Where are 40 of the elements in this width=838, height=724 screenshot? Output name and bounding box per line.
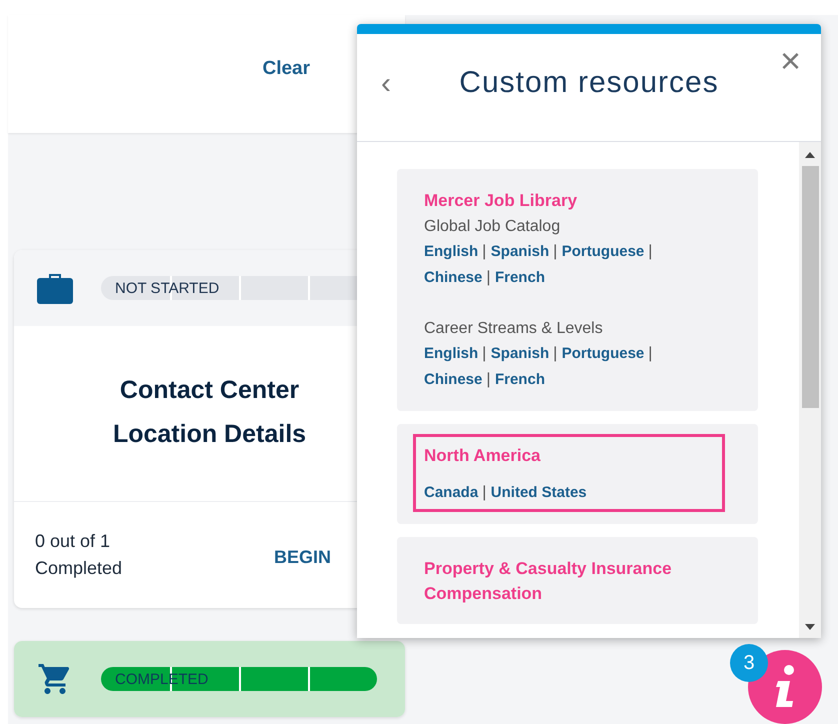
separator-text: | <box>486 371 491 388</box>
back-button[interactable]: ‹ <box>381 72 391 96</box>
briefcase-icon <box>37 272 73 304</box>
scroll-down-icon[interactable] <box>805 624 815 630</box>
scroll-up-icon[interactable] <box>805 152 815 158</box>
language-link[interactable]: Canada <box>424 484 478 501</box>
separator-text: | <box>553 345 558 362</box>
separator-text: | <box>486 269 491 286</box>
status-label: NOT STARTED <box>115 280 220 296</box>
language-link[interactable]: Portuguese <box>562 345 644 362</box>
section-title: Property & Casualty Insurance Compensation <box>424 558 673 605</box>
language-link[interactable]: French <box>494 371 545 388</box>
language-link[interactable]: French <box>494 269 545 286</box>
section-title: North America <box>424 445 542 467</box>
separator-text: | <box>482 484 486 501</box>
language-link[interactable]: English <box>424 345 478 362</box>
begin-button[interactable]: BEGIN <box>274 546 331 568</box>
info-icon <box>774 665 796 709</box>
language-link[interactable]: Chinese <box>424 371 482 388</box>
separator-text: | <box>648 243 652 260</box>
separator-text: | <box>553 243 558 260</box>
clear-button[interactable]: Clear <box>262 57 310 81</box>
panel-title: Custom resources <box>459 66 719 100</box>
separator-text: | <box>482 345 486 362</box>
language-link[interactable]: Chinese <box>424 269 482 286</box>
group-subtitle: Career Streams & Levels <box>424 319 604 339</box>
card-title: Contact Center Location Details <box>112 375 308 450</box>
progress-text: 0 out of 1 Completed <box>35 530 124 580</box>
close-button[interactable]: × <box>780 44 801 78</box>
scrollbar[interactable] <box>799 142 821 638</box>
separator-text: | <box>648 345 652 362</box>
language-link[interactable]: Spanish <box>490 243 550 260</box>
section-title: Mercer Job Library <box>424 190 578 212</box>
scroll-thumb[interactable] <box>802 166 818 408</box>
language-link[interactable]: United States <box>490 484 587 501</box>
language-link[interactable]: Spanish <box>490 345 550 362</box>
group-subtitle: Global Job Catalog <box>424 217 562 237</box>
language-link[interactable]: English <box>424 243 478 260</box>
language-link[interactable]: Portuguese <box>562 243 644 260</box>
separator-text: | <box>482 243 486 260</box>
